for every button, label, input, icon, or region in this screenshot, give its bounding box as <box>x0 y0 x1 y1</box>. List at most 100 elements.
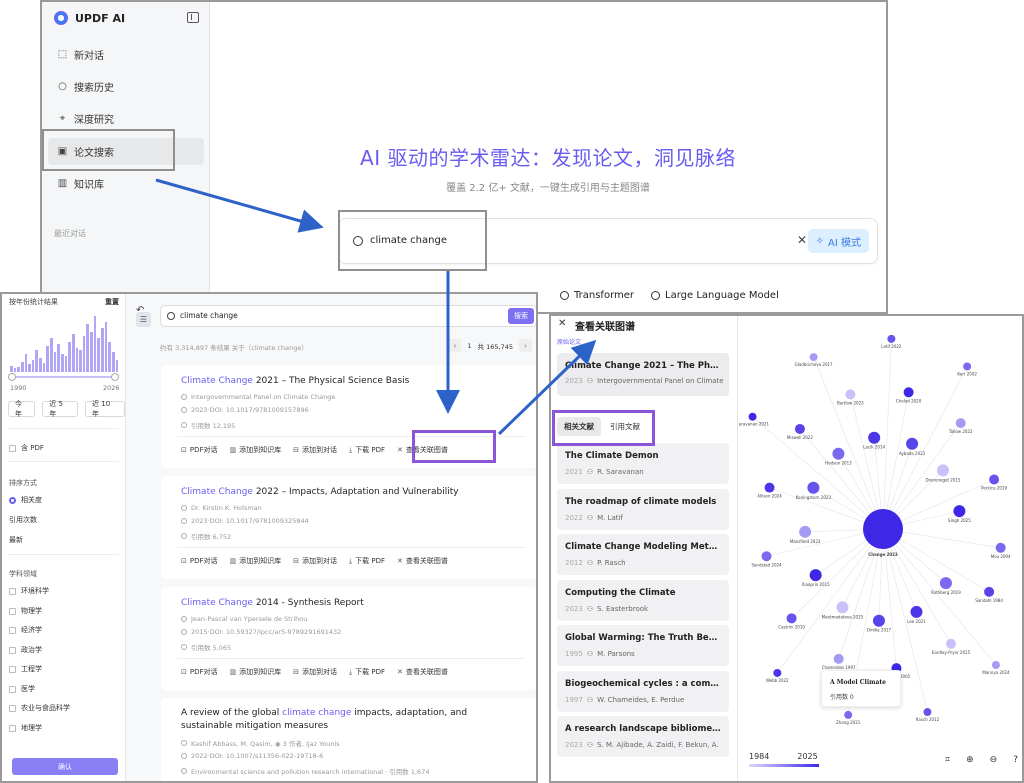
graph-node[interactable] <box>832 447 845 460</box>
graph-node[interactable] <box>887 334 896 343</box>
graph-center-node[interactable] <box>863 509 903 549</box>
graph-node[interactable] <box>794 423 805 434</box>
next-page-button[interactable]: › <box>519 339 532 352</box>
graph-node[interactable] <box>761 551 772 562</box>
related-paper-card[interactable]: A research landscape bibliometric analys… <box>557 716 729 757</box>
graph-node[interactable] <box>786 613 797 624</box>
sidebar-item-new-chat[interactable]: ⬚ 新对话 <box>48 41 204 68</box>
graph-node[interactable] <box>936 464 949 477</box>
pdf-chat-button[interactable]: ⊡ PDF对话 <box>181 556 218 566</box>
download-pdf-button[interactable]: ⤓ 下载 PDF <box>349 556 385 566</box>
pdf-chat-button[interactable]: ⊡ PDF对话 <box>181 445 218 455</box>
download-pdf-button[interactable]: ⤓ 下载 PDF <box>349 667 385 677</box>
field-checkbox[interactable]: 物理学 <box>9 606 42 616</box>
graph-node[interactable] <box>955 418 966 429</box>
graph-node[interactable] <box>989 474 1000 485</box>
result-title[interactable]: Climate Change 2022 – Impacts, Adaptatio… <box>181 486 521 499</box>
graph-node[interactable] <box>995 542 1006 553</box>
last-5-years-button[interactable]: 近 5 年 <box>42 400 79 418</box>
download-pdf-button[interactable]: ⤓ 下载 PDF <box>349 445 385 455</box>
clear-icon[interactable]: ✕ <box>797 233 807 247</box>
filter-toggle-icon[interactable]: ☰ <box>136 312 151 327</box>
this-year-button[interactable]: 今年 <box>8 400 36 418</box>
results-search-bar[interactable]: climate change 搜索 <box>160 305 536 327</box>
graph-node[interactable] <box>845 389 856 400</box>
graph-node[interactable] <box>809 353 818 362</box>
ai-mode-button[interactable]: ✧ AI 模式 <box>807 229 869 253</box>
related-paper-card[interactable]: The roadmap of climate models 2022 ⚇ M. Lat… <box>557 488 729 530</box>
year-slider-track[interactable] <box>12 376 116 378</box>
has-pdf-checkbox[interactable]: 含 PDF <box>9 443 44 453</box>
related-paper-card[interactable]: Biogeochemical cycles : a computer-inter… <box>557 670 729 712</box>
related-paper-card[interactable]: Global Warming: The Truth Behind the Myt… <box>557 625 729 666</box>
year-slider-end-handle[interactable] <box>111 373 119 381</box>
origin-paper-card[interactable]: Climate Change 2021 – The Physical Scien… <box>557 353 729 396</box>
graph-node[interactable] <box>984 586 995 597</box>
pdf-chat-button[interactable]: ⊡ PDF对话 <box>181 667 218 677</box>
graph-node[interactable] <box>809 569 822 582</box>
citation-graph[interactable]: Sandahl 1984 Rothberg 2019 Mannya 2024 Eard… <box>736 316 1024 781</box>
last-10-years-button[interactable]: 近 10 年 <box>85 400 125 418</box>
suggestion-chip[interactable]: Transformer <box>560 290 634 301</box>
graph-canvas[interactable]: Sandahl 1984 Rothberg 2019 Mannya 2024 Eard… <box>736 316 1024 781</box>
graph-node[interactable] <box>833 653 844 664</box>
graph-node[interactable] <box>836 601 849 614</box>
add-to-chat-button[interactable]: ⊟ 添加到对话 <box>293 445 337 455</box>
prev-page-button[interactable]: ‹ <box>448 339 462 352</box>
graph-node[interactable] <box>799 525 812 538</box>
add-to-kb-button[interactable]: ▥ 添加到知识库 <box>230 445 282 455</box>
graph-node[interactable] <box>963 362 972 371</box>
sidebar-item-deep-research[interactable]: ⌖ 深度研究 <box>48 105 204 132</box>
graph-node[interactable] <box>764 482 775 493</box>
sort-option[interactable]: 引用次数 <box>9 515 37 525</box>
related-paper-card[interactable]: Computing the Climate 2023 ⚇ S. Easterbrook <box>557 579 729 621</box>
graph-node[interactable] <box>906 437 919 450</box>
result-title[interactable]: Climate Change 2021 – The Physical Scien… <box>181 375 521 388</box>
sidebar-item-search-history[interactable]: ○ 搜索历史 <box>48 73 204 100</box>
sort-option[interactable]: 相关度 <box>9 495 42 505</box>
add-to-chat-button[interactable]: ⊟ 添加到对话 <box>293 667 337 677</box>
result-title[interactable]: A review of the global climate change im… <box>181 707 521 733</box>
search-button[interactable]: 搜索 <box>508 308 534 324</box>
year-slider-start-handle[interactable] <box>8 373 16 381</box>
view-graph-button[interactable]: ✕ 查看关联图谱 <box>397 667 448 677</box>
help-icon[interactable]: ? <box>1013 755 1018 765</box>
zoom-in-icon[interactable]: ⊕ <box>966 755 974 765</box>
graph-node[interactable] <box>807 481 820 494</box>
add-to-kb-button[interactable]: ▥ 添加到知识库 <box>230 556 282 566</box>
graph-node[interactable] <box>910 605 923 618</box>
collapse-sidebar-icon[interactable] <box>187 12 199 23</box>
related-paper-card[interactable]: Climate Change Modeling Methodology 2012⚇… <box>557 534 729 575</box>
graph-node[interactable] <box>903 387 914 398</box>
add-to-chat-button[interactable]: ⊟ 添加到对话 <box>293 556 337 566</box>
graph-node[interactable] <box>773 668 782 677</box>
graph-node[interactable] <box>868 431 881 444</box>
confirm-button[interactable]: 确认 <box>12 758 118 775</box>
graph-node[interactable] <box>923 708 932 717</box>
sort-option[interactable]: 最新 <box>9 535 23 545</box>
reset-button[interactable]: 重置 <box>105 297 119 307</box>
graph-node[interactable] <box>748 412 757 421</box>
related-paper-card[interactable]: The Climate Demon 2021 ⚇ R. Saravanan <box>557 443 729 484</box>
graph-node[interactable] <box>939 577 952 590</box>
field-checkbox[interactable]: 经济学 <box>9 625 42 635</box>
add-to-kb-button[interactable]: ▥ 添加到知识库 <box>230 667 282 677</box>
result-title[interactable]: Climate Change 2014 - Synthesis Report <box>181 597 521 610</box>
fit-view-icon[interactable]: ⌗ <box>945 755 950 765</box>
close-icon[interactable]: ✕ <box>558 318 566 329</box>
field-checkbox[interactable]: 农业与食品科学 <box>9 703 70 713</box>
graph-node[interactable] <box>872 614 885 627</box>
graph-node[interactable] <box>991 661 1000 670</box>
field-checkbox[interactable]: 政治学 <box>9 645 42 655</box>
graph-node[interactable] <box>953 505 966 518</box>
field-checkbox[interactable]: 地理学 <box>9 723 42 733</box>
field-checkbox[interactable]: 医学 <box>9 684 35 694</box>
graph-node[interactable] <box>945 638 956 649</box>
sidebar-item-knowledge-base[interactable]: ▥ 知识库 <box>48 170 204 197</box>
view-graph-button[interactable]: ✕ 查看关联图谱 <box>397 556 448 566</box>
field-checkbox[interactable]: 工程学 <box>9 664 42 674</box>
suggestion-chip[interactable]: Large Language Model <box>651 290 779 301</box>
zoom-out-icon[interactable]: ⊖ <box>990 755 998 765</box>
field-checkbox[interactable]: 环境科学 <box>9 586 49 596</box>
search-input[interactable]: climate change <box>180 311 238 320</box>
